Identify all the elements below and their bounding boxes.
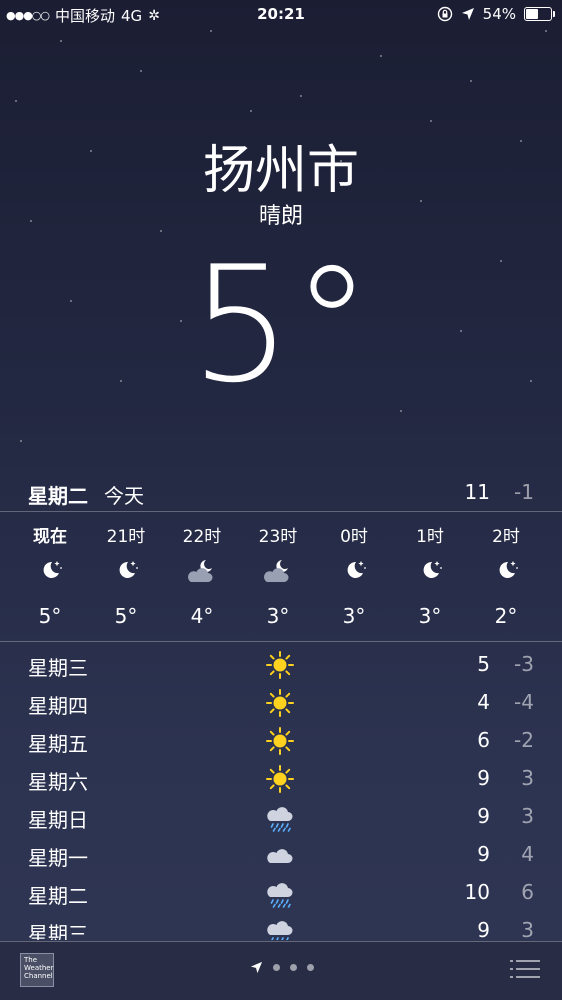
weather-channel-logo[interactable]: The Weather Channel [20, 953, 54, 987]
moon-stars-icon [119, 561, 138, 578]
daily-high: 10 [464, 880, 490, 904]
city-name: 扬州市 [202, 141, 359, 201]
daily-day: 星期三 [28, 656, 88, 680]
hourly-time: 21时 [106, 527, 146, 547]
rain-cloud-icon [267, 921, 293, 940]
star [545, 30, 547, 32]
hourly-temp: 5° [38, 604, 62, 628]
daily-forecast[interactable]: 星期三 5 -3 星期四 4 -4 星期五 6 -2 星期六 9 3 星期日 9 3 星期一 9 4 星期二 10 6 星… [0, 646, 562, 940]
moon-stars-icon [43, 561, 62, 578]
daily-row: 星期日 9 3 [0, 798, 562, 836]
daily-day: 星期三 [28, 922, 88, 940]
star [60, 40, 62, 42]
status-bar: ●●●○○ 中国移动 4G ✲ 20:21 54% [0, 0, 562, 30]
daily-high: 9 [477, 804, 490, 828]
battery-icon [524, 7, 555, 21]
daily-row: 星期四 4 -4 [0, 684, 562, 722]
location-arrow-icon [461, 8, 474, 20]
daily-high: 9 [477, 918, 490, 940]
hourly-forecast[interactable]: 现在 5° 21时 5° 22时 4° 23时 3° 0时 3° 1时 3° 2时 2° [0, 512, 562, 640]
hourly-temp: 5° [114, 604, 138, 628]
divider [0, 641, 562, 642]
hourly-temp: 3° [418, 604, 442, 628]
daily-row: 星期六 9 3 [0, 760, 562, 798]
page-dot[interactable] [290, 964, 297, 971]
star [15, 100, 17, 102]
star [250, 110, 252, 112]
city-list-icon[interactable] [510, 959, 540, 979]
hourly-time: 现在 [33, 527, 67, 547]
star [470, 80, 472, 82]
cloud-moon-icon [188, 560, 213, 582]
star [20, 440, 22, 442]
daily-low: 3 [521, 918, 534, 940]
rain-cloud-icon [267, 883, 293, 908]
star [160, 230, 162, 232]
daily-low: 3 [521, 804, 534, 828]
daily-row: 星期三 9 3 [0, 912, 562, 940]
star [380, 55, 382, 57]
daily-day: 星期四 [28, 694, 88, 718]
daily-high: 9 [477, 766, 490, 790]
hourly-time: 2时 [492, 527, 520, 547]
daily-low: 6 [521, 880, 534, 904]
hourly-time: 22时 [182, 527, 222, 547]
daily-low: -3 [514, 652, 534, 676]
moon-stars-icon [347, 561, 366, 578]
hourly-temp: 3° [266, 604, 290, 628]
sun-icon [266, 651, 294, 679]
divider [0, 941, 562, 942]
hourly-temp: 3° [342, 604, 366, 628]
hourly-temp: 2° [494, 604, 518, 628]
daily-high: 5 [477, 652, 490, 676]
today-label: 今天 [104, 484, 144, 508]
star [300, 95, 302, 97]
battery-percent: 54% [482, 5, 516, 23]
daily-day: 星期五 [28, 732, 88, 756]
daily-low: -2 [514, 728, 534, 752]
cloud-moon-icon [264, 560, 289, 582]
daily-high: 9 [477, 842, 490, 866]
star [400, 410, 402, 412]
page-dot[interactable] [307, 964, 314, 971]
star [140, 70, 142, 72]
daily-row: 星期五 6 -2 [0, 722, 562, 760]
sun-icon [266, 765, 294, 793]
bottom-toolbar: The Weather Channel [0, 941, 562, 1000]
today-day: 星期二 [28, 484, 88, 508]
weather-condition: 晴朗 [258, 204, 303, 229]
daily-high: 6 [477, 728, 490, 752]
today-summary: 星期二 今天 11 -1 [0, 476, 562, 510]
hourly-time: 23时 [258, 527, 298, 547]
daily-day: 星期二 [28, 884, 88, 908]
daily-low: -4 [514, 690, 534, 714]
moon-stars-icon [423, 561, 442, 578]
hourly-time: 0时 [340, 527, 368, 547]
rain-cloud-icon [267, 807, 293, 832]
daily-low: 3 [521, 766, 534, 790]
orientation-lock-icon [437, 6, 452, 22]
page-dot[interactable] [273, 964, 280, 971]
star [210, 30, 212, 32]
daily-row: 星期三 5 -3 [0, 646, 562, 684]
sun-icon [266, 689, 294, 717]
location-arrow-icon [250, 961, 263, 974]
daily-low: 4 [521, 842, 534, 866]
daily-day: 星期日 [28, 808, 88, 832]
hourly-time: 1时 [416, 527, 444, 547]
page-indicator[interactable] [250, 961, 314, 974]
daily-row: 星期二 10 6 [0, 874, 562, 912]
today-low: -1 [514, 480, 534, 504]
daily-day: 星期六 [28, 770, 88, 794]
today-high: 11 [464, 480, 490, 504]
sun-icon [266, 727, 294, 755]
daily-row: 星期一 9 4 [0, 836, 562, 874]
star [430, 120, 432, 122]
cloud-icon [267, 849, 293, 863]
daily-high: 4 [477, 690, 490, 714]
moon-stars-icon [499, 561, 518, 578]
daily-day: 星期一 [28, 846, 88, 870]
current-temperature: 5° [190, 231, 372, 418]
hourly-temp: 4° [190, 604, 214, 628]
